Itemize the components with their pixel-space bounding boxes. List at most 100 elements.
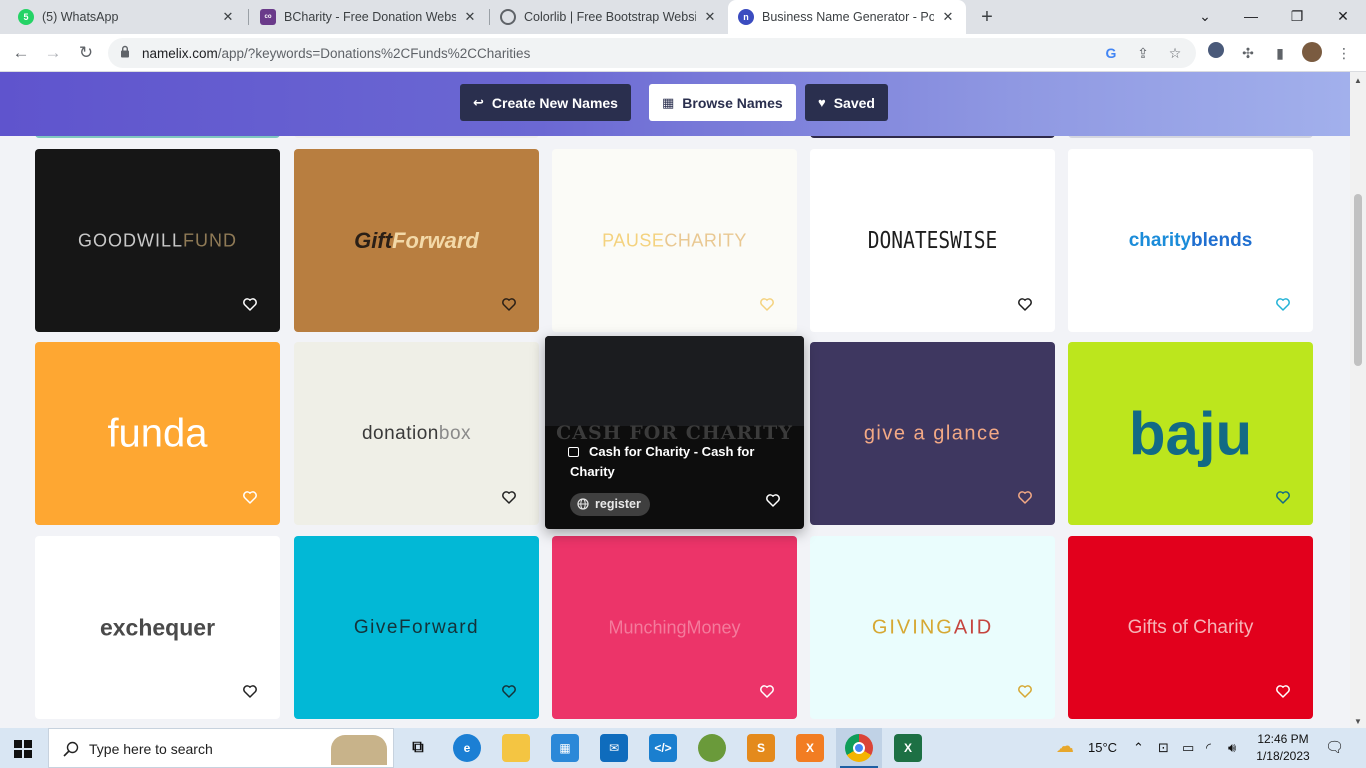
scrollbar-thumb[interactable]: [1354, 194, 1362, 366]
name-card[interactable]: MunchingMoney: [552, 536, 797, 719]
chrome-taskbar-button[interactable]: [836, 728, 882, 768]
tab-title: Colorlib | Free Bootstrap Website: [524, 10, 696, 24]
logo-text-part: funda: [107, 411, 208, 455]
name-card[interactable]: funda: [35, 342, 280, 525]
xampp-icon[interactable]: X: [796, 734, 824, 762]
taskbar-search-box[interactable]: Type here to search: [48, 728, 394, 768]
page-scrollbar[interactable]: ▲ ▼: [1350, 72, 1366, 728]
register-domain-button[interactable]: register: [570, 493, 650, 516]
notification-icon[interactable]: 🗨︎: [1325, 738, 1344, 756]
name-card[interactable]: charityblends: [1068, 149, 1313, 332]
grid-icon: ▦: [662, 94, 675, 110]
create-new-names-button[interactable]: ↩ Create New Names: [460, 84, 631, 121]
battery-icon[interactable]: ▭: [1182, 740, 1194, 756]
share-icon[interactable]: ⇪: [1132, 42, 1154, 64]
scroll-down-arrow-icon[interactable]: ▼: [1354, 717, 1362, 726]
heart-icon[interactable]: [766, 494, 780, 508]
logo-wordmark: CASH FOR CHARITY: [556, 422, 793, 444]
heart-icon[interactable]: [1018, 491, 1032, 505]
heart-icon[interactable]: [1276, 685, 1290, 699]
close-tab-icon[interactable]: ✕: [940, 9, 956, 25]
tab-namelix[interactable]: n Business Name Generator - Powe ✕: [728, 0, 966, 34]
heart-icon[interactable]: [502, 298, 516, 312]
windows-start-icon[interactable]: [14, 740, 32, 758]
tab-colorlib[interactable]: Colorlib | Free Bootstrap Website ✕: [490, 0, 728, 34]
heart-icon[interactable]: [1018, 685, 1032, 699]
network-device-icon[interactable]: ⊡: [1158, 740, 1169, 756]
minimize-button[interactable]: —: [1228, 0, 1274, 34]
globe-icon: [577, 498, 589, 510]
microsoft-store-icon[interactable]: ▦: [551, 734, 579, 762]
heart-icon[interactable]: [502, 491, 516, 505]
tab-whatsapp[interactable]: 5 (5) WhatsApp ✕: [8, 0, 246, 34]
mail-icon[interactable]: ✉: [600, 734, 628, 762]
reload-button[interactable]: ↻: [73, 40, 99, 66]
heart-icon[interactable]: [243, 685, 257, 699]
logo-wordmark: GOODWILLFUND: [35, 230, 280, 251]
logo-text-part: FUND: [183, 230, 237, 250]
heart-icon[interactable]: [760, 685, 774, 699]
wifi-icon[interactable]: ◜: [1206, 740, 1211, 756]
excel-icon[interactable]: X: [894, 734, 922, 762]
close-tab-icon[interactable]: ✕: [462, 9, 478, 25]
logo-text-part: PAUSE: [602, 230, 665, 250]
address-bar[interactable]: namelix.com/app/?keywords=Donations%2CFu…: [108, 38, 1196, 68]
menu-kebab-icon[interactable]: ⋮: [1333, 42, 1355, 64]
new-tab-button[interactable]: +: [975, 5, 999, 29]
volume-icon[interactable]: 🔊︎: [1228, 740, 1236, 756]
name-card[interactable]: baju: [1068, 342, 1313, 525]
close-tab-icon[interactable]: ✕: [702, 9, 718, 25]
windows-taskbar: Type here to search ⧉ e ▦ ✉ </> S X X ☁ …: [0, 728, 1366, 768]
heart-icon[interactable]: [243, 491, 257, 505]
extension-icon[interactable]: [1205, 42, 1227, 64]
name-card[interactable]: Gifts of Charity: [1068, 536, 1313, 719]
weather-icon[interactable]: ☁: [1056, 736, 1074, 757]
heart-icon[interactable]: [1276, 491, 1290, 505]
heart-icon[interactable]: [502, 685, 516, 699]
name-card[interactable]: GiveForward: [294, 536, 539, 719]
name-card[interactable]: DONATESWISE: [810, 149, 1055, 332]
logo-wordmark: GIVINGAID: [810, 616, 1055, 639]
close-tab-icon[interactable]: ✕: [220, 9, 236, 25]
saved-button[interactable]: ♥ Saved: [805, 84, 888, 121]
tab-bcharity[interactable]: co BCharity - Free Donation Website ✕: [250, 0, 488, 34]
name-card[interactable]: GOODWILLFUND: [35, 149, 280, 332]
tab-search-chevron-down-icon[interactable]: ⌄: [1182, 0, 1228, 34]
temperature-text[interactable]: 15°C: [1088, 740, 1117, 755]
chevron-up-icon[interactable]: ⌃: [1133, 740, 1144, 756]
heart-icon[interactable]: [243, 298, 257, 312]
task-view-icon[interactable]: ⧉: [404, 734, 432, 762]
name-card[interactable]: GiftForward: [294, 149, 539, 332]
system-clock[interactable]: 12:46 PM 1/18/2023: [1253, 731, 1313, 765]
sublime-text-icon[interactable]: S: [747, 734, 775, 762]
google-lens-icon[interactable]: G: [1100, 42, 1122, 64]
vscode-icon[interactable]: </>: [649, 734, 677, 762]
scroll-up-arrow-icon[interactable]: ▲: [1354, 76, 1362, 85]
bookmark-star-icon[interactable]: ☆: [1164, 42, 1186, 64]
name-card-hovered[interactable]: CASH FOR CHARITY Cash for Charity - Cash…: [545, 336, 804, 529]
maximize-button[interactable]: ❐: [1274, 0, 1320, 34]
create-label: Create New Names: [491, 94, 618, 111]
side-panel-icon[interactable]: ▮: [1269, 42, 1291, 64]
name-card[interactable]: donationbox: [294, 342, 539, 525]
url-text: namelix.com/app/?keywords=Donations%2CFu…: [142, 46, 530, 61]
file-explorer-icon[interactable]: [502, 734, 530, 762]
app-icon[interactable]: [698, 734, 726, 762]
forward-button[interactable]: →: [40, 40, 66, 66]
edge-browser-icon[interactable]: e: [453, 734, 481, 762]
logo-text-part: charity: [1128, 229, 1192, 251]
heart-icon[interactable]: [1276, 298, 1290, 312]
heart-icon[interactable]: [1018, 298, 1032, 312]
close-window-button[interactable]: ✕: [1320, 0, 1366, 34]
name-card[interactable]: give a glance: [810, 342, 1055, 525]
name-card[interactable]: exchequer: [35, 536, 280, 719]
logo-text-part: CHARITY: [664, 230, 747, 250]
name-card[interactable]: PAUSECHARITY: [552, 149, 797, 332]
browse-names-button[interactable]: ▦ Browse Names: [649, 84, 796, 121]
name-card[interactable]: GIVINGAID: [810, 536, 1055, 719]
profile-avatar[interactable]: [1301, 42, 1323, 64]
puzzle-extensions-icon[interactable]: ✣: [1237, 42, 1259, 64]
browser-toolbar: ← → ↻ namelix.com/app/?keywords=Donation…: [0, 34, 1366, 72]
heart-icon[interactable]: [760, 298, 774, 312]
back-button[interactable]: ←: [8, 40, 34, 66]
